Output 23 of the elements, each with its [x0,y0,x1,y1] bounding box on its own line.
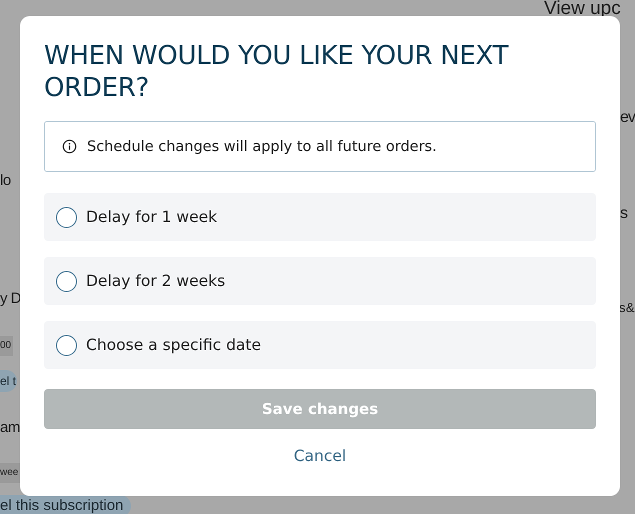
schedule-option[interactable]: Choose a specific date [44,321,596,369]
action-link[interactable]: el t [0,370,18,392]
info-icon [62,139,77,154]
section-heading: am [0,418,20,438]
radio-button[interactable] [56,270,77,292]
schedule-option[interactable]: Delay for 1 week [44,193,596,241]
notice-text: Schedule changes will apply to all future orders. [87,138,437,154]
radio-button[interactable] [56,206,77,228]
radio-button[interactable] [56,334,77,356]
info-tag: 00 [0,336,14,356]
option-label: Choose a specific date [86,336,262,354]
section-heading: ev [620,108,635,128]
section-heading: s & [619,299,633,317]
schedule-option[interactable]: Delay for 2 weeks [44,257,596,305]
info-tag: wee [0,463,20,483]
option-label: Delay for 1 week [86,208,218,226]
section-heading: View upc [544,0,621,21]
section-heading: lo [0,171,11,191]
dialog-title: WHEN WOULD YOU LIKE YOUR NEXT ORDER? [44,40,510,104]
action-link[interactable]: el this subscription [0,495,132,514]
cancel-link[interactable]: Cancel [290,445,350,467]
option-label: Delay for 2 weeks [86,272,226,290]
section-heading: s [620,204,627,224]
